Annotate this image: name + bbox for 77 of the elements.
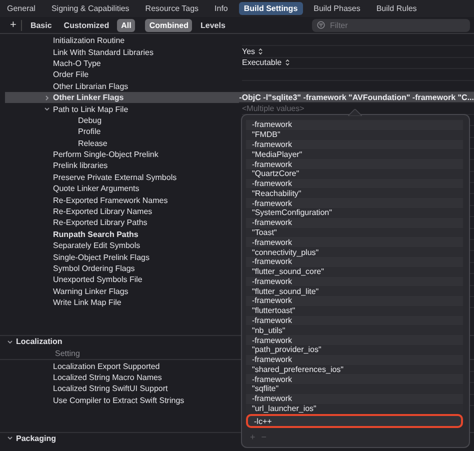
add-button[interactable]: + — [4, 20, 22, 30]
flag-item[interactable]: -framework — [246, 218, 463, 228]
chevron-right-icon[interactable] — [44, 94, 50, 101]
up-down-chevron-icon[interactable] — [284, 59, 290, 66]
setting-row[interactable]: Link With Standard Libraries Yes — [5, 46, 474, 58]
flag-item[interactable]: -framework — [246, 120, 463, 130]
setting-name: Path to Link Map File — [53, 104, 128, 114]
setting-name: Re-Exported Framework Names — [53, 196, 168, 205]
flag-item[interactable]: -framework — [246, 140, 463, 150]
chevron-down-icon[interactable] — [7, 435, 13, 442]
flag-item[interactable]: -framework — [246, 178, 463, 188]
setting-value: Executable — [242, 58, 282, 68]
setting-row[interactable]: Order File — [5, 69, 474, 81]
flag-item[interactable]: -framework — [246, 394, 463, 404]
section-title: Localization — [16, 337, 62, 346]
setting-name: Order File — [53, 70, 89, 80]
setting-name: Single-Object Prelink Flags — [53, 252, 150, 262]
setting-name: Localization Export Supported — [53, 362, 160, 371]
setting-row[interactable]: Other Linker Flags -ObjC -l"sqlite3" -framework "AVFoundation" -framework "C... — [5, 92, 474, 104]
setting-name: Prelink libraries — [53, 161, 108, 170]
flag-item[interactable]: -framework — [246, 159, 463, 169]
flag-item[interactable]: -framework — [246, 237, 463, 248]
view-button[interactable]: Levels — [196, 18, 230, 32]
chevron-down-icon[interactable] — [44, 106, 50, 112]
setting-name: Warning Linker Flags — [53, 286, 128, 296]
filter-button[interactable]: Customized — [60, 18, 114, 32]
setting-name: Mach-O Type — [53, 58, 101, 68]
column-header: Setting — [55, 348, 80, 358]
section-title: Packaging — [16, 434, 56, 443]
setting-name: Perform Single-Object Prelink — [53, 150, 158, 160]
multiple-values-placeholder: <Multiple values> — [242, 104, 304, 114]
tab[interactable]: Signing & Capabilities — [46, 2, 134, 15]
setting-value: -ObjC -l"sqlite3" -framework "AVFoundation" -framework "C... — [239, 92, 474, 102]
setting-name: Initialization Routine — [53, 36, 125, 46]
up-down-chevron-icon[interactable] — [258, 48, 264, 56]
view-button[interactable]: Combined — [145, 18, 192, 32]
setting-name: Re-Exported Library Names — [53, 207, 152, 216]
setting-name: Symbol Ordering Flags — [53, 264, 135, 273]
chevron-down-icon[interactable] — [7, 338, 13, 345]
flag-item[interactable]: -framework — [246, 276, 463, 286]
flag-item[interactable]: -framework — [246, 354, 463, 365]
setting-name: Debug — [78, 116, 102, 125]
tab[interactable]: Resource Tags — [140, 2, 204, 15]
flag-item[interactable]: "Toast" — [246, 228, 463, 238]
tab[interactable]: General — [2, 2, 40, 15]
flag-item[interactable]: -framework — [246, 374, 463, 384]
tab[interactable]: Build Settings — [238, 2, 303, 15]
tab[interactable]: Info — [210, 2, 233, 15]
setting-row[interactable]: Mach-O Type Executable — [5, 58, 474, 70]
setting-name: Write Link Map File — [53, 298, 122, 308]
setting-name: Release — [78, 138, 108, 148]
filter-button[interactable]: Basic — [26, 18, 56, 32]
setting-name: Runpath Search Paths — [53, 230, 138, 239]
setting-name: Link With Standard Libraries — [53, 48, 154, 57]
setting-name: Localized String Macro Names — [53, 372, 162, 382]
flag-item[interactable]: -framework — [246, 198, 463, 208]
flag-item[interactable]: -framework — [246, 256, 463, 267]
setting-name: Use Compiler to Extract Swift Strings — [53, 396, 184, 405]
setting-name: Localized String SwiftUI Support — [53, 384, 168, 394]
flag-item[interactable]: -lc++ — [246, 414, 463, 428]
setting-name: Profile — [78, 127, 101, 136]
setting-value: Yes — [242, 47, 256, 56]
setting-name: Separately Edit Symbols — [53, 241, 140, 250]
setting-name: Quote Linker Arguments — [53, 184, 140, 194]
flag-item[interactable]: -framework — [246, 296, 463, 306]
flag-item[interactable]: -framework — [246, 335, 463, 345]
filter-button[interactable]: All — [117, 18, 136, 32]
filter-icon — [317, 21, 325, 29]
setting-name: Unexported Symbols File — [53, 275, 142, 284]
setting-name: Re-Exported Library Paths — [53, 218, 148, 228]
setting-row[interactable]: Initialization Routine — [5, 35, 474, 46]
flag-item[interactable]: -framework — [246, 316, 463, 326]
tab[interactable]: Build Rules — [371, 2, 422, 15]
tab[interactable]: Build Phases — [308, 2, 366, 15]
setting-name: Other Linker Flags — [53, 93, 124, 102]
setting-name: Preserve Private External Symbols — [53, 172, 177, 182]
setting-name: Other Librarian Flags — [53, 82, 128, 91]
